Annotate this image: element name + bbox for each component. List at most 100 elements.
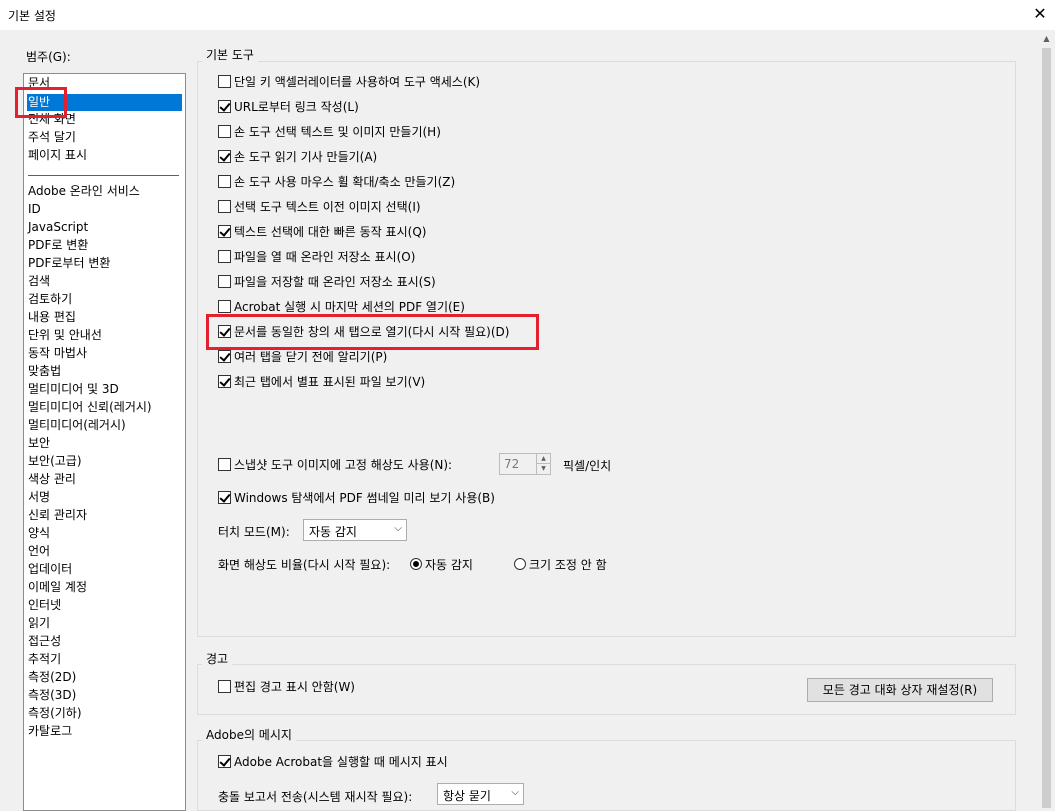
thumbnail-preview-option[interactable]: Windows 탐색에서 PDF 썸네일 미리 보기 사용(B) bbox=[218, 489, 495, 505]
close-icon[interactable]: ✕ bbox=[1030, 4, 1050, 24]
basic-tool-option[interactable]: URL로부터 링크 작성(L) bbox=[218, 98, 359, 114]
scrollbar-thumb[interactable] bbox=[1042, 48, 1051, 808]
category-item[interactable]: ID bbox=[27, 201, 41, 218]
adobe-messages-label: Adobe Acrobat을 실행할 때 메시지 표시 bbox=[234, 754, 448, 769]
category-item[interactable]: 읽기 bbox=[27, 615, 50, 632]
option-checkbox[interactable] bbox=[218, 74, 231, 88]
option-label: 손 도구 사용 마우스 휠 확대/축소 만들기(Z) bbox=[234, 174, 456, 189]
category-item[interactable]: 멀티미디어(레거시) bbox=[27, 417, 126, 434]
option-checkbox[interactable] bbox=[218, 249, 231, 263]
adobe-messages-checkbox[interactable] bbox=[218, 754, 231, 768]
warnings-title: 경고 bbox=[202, 650, 233, 667]
option-checkbox[interactable] bbox=[218, 299, 231, 313]
touch-mode-dropdown[interactable]: 자동 감지 ⌵ bbox=[303, 519, 407, 541]
scaling-auto-radio[interactable]: 자동 감지 bbox=[410, 556, 473, 572]
thumbnail-checkbox[interactable] bbox=[218, 490, 231, 504]
radio-button[interactable] bbox=[410, 558, 422, 570]
snapshot-checkbox[interactable] bbox=[218, 457, 231, 471]
basic-tool-option[interactable]: 텍스트 선택에 대한 빠른 동작 표시(Q) bbox=[218, 223, 426, 239]
categories-list[interactable]: 문서 일반 전체 화면 주석 달기 페이지 표시 Adobe 온라인 서비스 ID… bbox=[23, 73, 186, 811]
category-item[interactable]: 맞춤법 bbox=[27, 363, 61, 380]
scaling-none-radio[interactable]: 크기 조정 안 함 bbox=[514, 556, 607, 572]
category-item[interactable]: JavaScript bbox=[27, 219, 88, 236]
category-item[interactable]: 측정(2D) bbox=[27, 669, 76, 686]
category-item[interactable]: 색상 관리 bbox=[27, 471, 76, 488]
scaling-none-label: 크기 조정 안 함 bbox=[529, 557, 607, 572]
snapshot-resolution-option[interactable]: 스냅샷 도구 이미지에 고정 해상도 사용(N): bbox=[218, 456, 452, 472]
option-checkbox[interactable] bbox=[218, 349, 231, 363]
spin-up-icon[interactable]: ▲ bbox=[536, 454, 550, 464]
title-bar: 기본 설정 ✕ bbox=[0, 0, 1055, 30]
scroll-up-icon[interactable]: ▲ bbox=[1038, 30, 1055, 47]
categories-label: 범주(G): bbox=[26, 50, 71, 64]
radio-button[interactable] bbox=[514, 558, 526, 570]
category-item[interactable]: PDF로부터 변환 bbox=[27, 255, 110, 272]
option-checkbox[interactable] bbox=[218, 99, 231, 113]
basic-tools-title: 기본 도구 bbox=[202, 46, 258, 63]
highlight-box bbox=[15, 87, 67, 118]
crash-report-label: 충돌 보고서 전송(시스템 재시작 필요): bbox=[218, 790, 413, 804]
touch-mode-label: 터치 모드(M): bbox=[218, 525, 290, 539]
scaling-label: 화면 해상도 비율(다시 시작 필요): bbox=[218, 558, 391, 572]
option-checkbox[interactable] bbox=[218, 149, 231, 163]
category-item[interactable]: PDF로 변환 bbox=[27, 237, 88, 254]
option-checkbox[interactable] bbox=[218, 374, 231, 388]
category-item[interactable]: 신뢰 관리자 bbox=[27, 507, 87, 524]
category-item[interactable]: Adobe 온라인 서비스 bbox=[27, 183, 140, 200]
adobe-messages-title: Adobe의 메시지 bbox=[202, 726, 296, 743]
category-item[interactable]: 접근성 bbox=[27, 633, 61, 650]
window-title: 기본 설정 bbox=[8, 9, 56, 23]
option-checkbox[interactable] bbox=[218, 224, 231, 238]
resolution-stepper[interactable]: 72 ▲ ▼ bbox=[499, 453, 551, 475]
adobe-messages-option[interactable]: Adobe Acrobat을 실행할 때 메시지 표시 bbox=[218, 753, 448, 769]
basic-tool-option[interactable]: 선택 도구 텍스트 이전 이미지 선택(I) bbox=[218, 198, 421, 214]
vertical-scrollbar[interactable]: ▲ bbox=[1038, 30, 1055, 811]
spin-down-icon[interactable]: ▼ bbox=[536, 464, 550, 474]
category-item[interactable]: 측정(3D) bbox=[27, 687, 76, 704]
category-item[interactable]: 인터넷 bbox=[27, 597, 61, 614]
option-label: URL로부터 링크 작성(L) bbox=[234, 99, 359, 114]
basic-tool-option[interactable]: 최근 탭에서 별표 표시된 파일 보기(V) bbox=[218, 373, 425, 389]
crash-report-dropdown[interactable]: 항상 묻기 ⌵ bbox=[437, 783, 524, 805]
basic-tool-option[interactable]: 파일을 열 때 온라인 저장소 표시(O) bbox=[218, 248, 415, 264]
category-item[interactable]: 검토하기 bbox=[27, 291, 72, 308]
basic-tool-option[interactable]: 손 도구 사용 마우스 휠 확대/축소 만들기(Z) bbox=[218, 173, 455, 189]
option-checkbox[interactable] bbox=[218, 274, 231, 288]
basic-tool-option[interactable]: 손 도구 읽기 기사 만들기(A) bbox=[218, 148, 377, 164]
resolution-unit: 픽셀/인치 bbox=[563, 459, 612, 473]
category-item[interactable]: 멀티미디어 및 3D bbox=[27, 381, 119, 398]
category-item[interactable]: 내용 편집 bbox=[27, 309, 76, 326]
category-item[interactable]: 카탈로그 bbox=[27, 723, 72, 740]
highlight-box bbox=[206, 314, 539, 350]
option-checkbox[interactable] bbox=[218, 199, 231, 213]
category-item[interactable]: 멀티미디어 신뢰(레거시) bbox=[27, 399, 152, 416]
category-item[interactable]: 단위 및 안내선 bbox=[27, 327, 102, 344]
category-item[interactable]: 동작 마법사 bbox=[27, 345, 87, 362]
option-label: 최근 탭에서 별표 표시된 파일 보기(V) bbox=[234, 374, 426, 389]
category-item[interactable]: 서명 bbox=[27, 489, 50, 506]
basic-tool-option[interactable]: 여러 탭을 닫기 전에 알리기(P) bbox=[218, 348, 387, 364]
edit-warning-option[interactable]: 편집 경고 표시 안함(W) bbox=[218, 678, 355, 694]
category-item[interactable]: 검색 bbox=[27, 273, 50, 290]
category-item[interactable]: 양식 bbox=[27, 525, 50, 542]
category-item[interactable]: 언어 bbox=[27, 543, 50, 560]
category-item[interactable]: 주석 달기 bbox=[27, 129, 76, 146]
scaling-auto-label: 자동 감지 bbox=[425, 557, 473, 572]
option-checkbox[interactable] bbox=[218, 124, 231, 138]
basic-tool-option[interactable]: Acrobat 실행 시 마지막 세션의 PDF 열기(E) bbox=[218, 298, 465, 314]
option-label: Acrobat 실행 시 마지막 세션의 PDF 열기(E) bbox=[234, 299, 465, 314]
basic-tool-option[interactable]: 손 도구 선택 텍스트 및 이미지 만들기(H) bbox=[218, 123, 441, 139]
basic-tool-option[interactable]: 단일 키 액셀러레이터를 사용하여 도구 액세스(K) bbox=[218, 73, 480, 89]
category-item[interactable]: 업데이터 bbox=[27, 561, 72, 578]
category-item[interactable]: 측정(기하) bbox=[27, 705, 82, 722]
category-item[interactable]: 보안 bbox=[27, 435, 50, 452]
category-item[interactable]: 페이지 표시 bbox=[27, 147, 87, 164]
reset-warnings-button[interactable]: 모든 경고 대화 상자 재설정(R) bbox=[807, 678, 993, 702]
edit-warning-checkbox[interactable] bbox=[218, 679, 231, 693]
thumbnail-label: Windows 탐색에서 PDF 썸네일 미리 보기 사용(B) bbox=[234, 490, 495, 505]
basic-tool-option[interactable]: 파일을 저장할 때 온라인 저장소 표시(S) bbox=[218, 273, 436, 289]
category-item[interactable]: 이메일 계정 bbox=[27, 579, 87, 596]
category-item[interactable]: 보안(고급) bbox=[27, 453, 82, 470]
option-checkbox[interactable] bbox=[218, 174, 231, 188]
category-item[interactable]: 추적기 bbox=[27, 651, 61, 668]
